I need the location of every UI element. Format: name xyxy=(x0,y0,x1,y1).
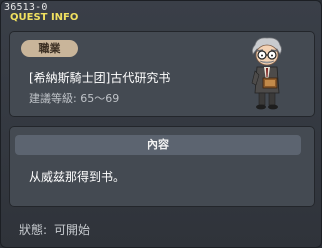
window-title: QUEST INFO xyxy=(10,12,79,23)
content-text: 从威兹那得到书。 xyxy=(29,170,126,184)
quest-info-window: 36513-0 QUEST INFO 職業 [希納斯騎士团]古代研究书 建議等級… xyxy=(0,0,322,248)
quest-summary-panel: 職業 [希納斯騎士团]古代研究书 建議等級: 65～69 xyxy=(9,31,315,117)
quest-content-panel: 內容 从威兹那得到书。 xyxy=(9,126,315,207)
npc-scholar-icon xyxy=(251,37,282,110)
recommended-level: 建議等級: 65～69 xyxy=(29,92,120,105)
content-header: 內容 xyxy=(15,135,301,155)
quest-name: [希納斯騎士团]古代研究书 xyxy=(29,71,171,85)
status-label: 狀態: xyxy=(19,223,48,237)
job-badge: 職業 xyxy=(21,40,78,57)
quest-status: 狀態: 可開始 xyxy=(19,221,90,238)
status-value: 可開始 xyxy=(54,223,91,237)
